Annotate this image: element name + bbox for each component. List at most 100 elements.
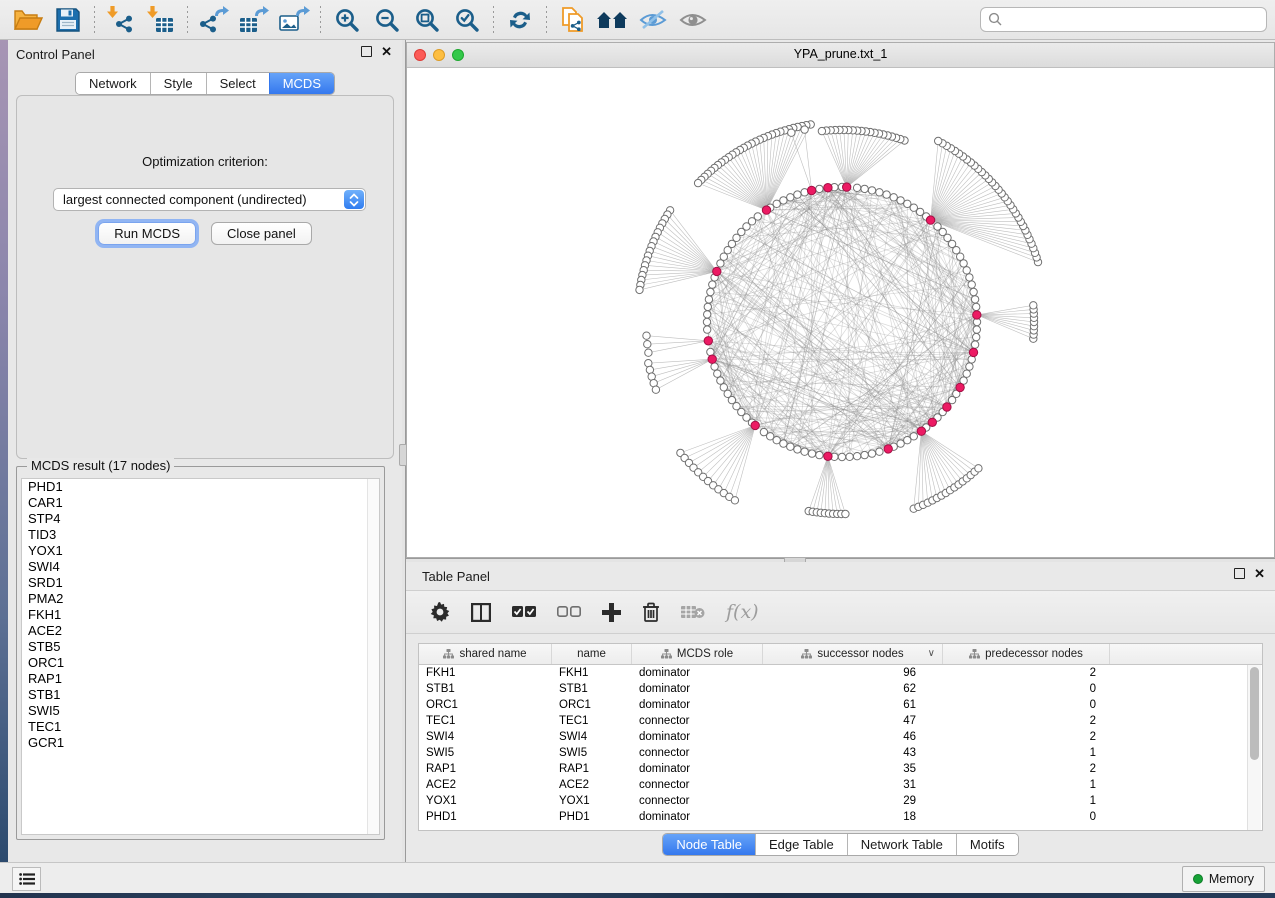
network-graph[interactable] [407,68,1274,557]
table-row[interactable]: ACE2ACE2connector311 [419,777,1262,793]
column-header-predecessor-nodes[interactable]: predecessor nodes [943,644,1110,664]
zoom-in-icon[interactable] [327,4,367,36]
mcds-result-item[interactable]: ORC1 [22,655,379,671]
cell-shared_name[interactable]: SWI5 [419,745,552,761]
cell-mcds_role[interactable]: dominator [632,729,763,745]
cell-predecessor_nodes[interactable]: 0 [943,809,1110,825]
cell-name[interactable]: PHD1 [552,809,632,825]
mcds-result-item[interactable]: FKH1 [22,607,379,623]
cell-successor_nodes[interactable]: 43 [763,745,943,761]
mcds-result-item[interactable]: SRD1 [22,575,379,591]
tab-network-table[interactable]: Network Table [847,834,956,855]
cell-successor_nodes[interactable]: 62 [763,681,943,697]
cell-predecessor_nodes[interactable]: 2 [943,761,1110,777]
cell-name[interactable]: STB1 [552,681,632,697]
cell-mcds_role[interactable]: dominator [632,681,763,697]
clone-network-icon[interactable] [553,4,593,36]
table-row[interactable]: YOX1YOX1connector291 [419,793,1262,809]
cell-name[interactable]: RAP1 [552,761,632,777]
cell-shared_name[interactable]: ACE2 [419,777,552,793]
mcds-result-item[interactable]: TID3 [22,527,379,543]
sort-chevron-icon[interactable]: ∨ [928,648,935,659]
import-network-icon[interactable] [101,4,141,36]
cell-predecessor_nodes[interactable]: 2 [943,729,1110,745]
close-panel-icon[interactable]: ✕ [381,46,392,57]
tab-node-table[interactable]: Node Table [663,834,755,855]
show-columns-icon[interactable] [471,603,491,622]
cell-predecessor_nodes[interactable]: 0 [943,681,1110,697]
table-scrollbar[interactable] [1247,665,1261,830]
import-table-icon[interactable] [141,4,181,36]
mcds-result-item[interactable]: PHD1 [22,479,379,495]
tab-edge-table[interactable]: Edge Table [755,834,847,855]
cell-successor_nodes[interactable]: 61 [763,697,943,713]
column-header-successor-nodes[interactable]: successor nodes∨ [763,644,943,664]
tab-select[interactable]: Select [206,73,269,94]
cell-shared_name[interactable]: TEC1 [419,713,552,729]
cell-successor_nodes[interactable]: 35 [763,761,943,777]
cell-name[interactable]: SWI5 [552,745,632,761]
cell-successor_nodes[interactable]: 31 [763,777,943,793]
open-file-icon[interactable] [8,4,48,36]
mcds-result-item[interactable]: STB5 [22,639,379,655]
zoom-out-icon[interactable] [367,4,407,36]
table-row[interactable]: RAP1RAP1dominator352 [419,761,1262,777]
cell-successor_nodes[interactable]: 29 [763,793,943,809]
cell-successor_nodes[interactable]: 18 [763,809,943,825]
mcds-result-item[interactable]: SWI5 [22,703,379,719]
cell-mcds_role[interactable]: dominator [632,761,763,777]
mcds-result-item[interactable]: CAR1 [22,495,379,511]
cell-successor_nodes[interactable]: 47 [763,713,943,729]
table-settings-gear-icon[interactable] [430,602,450,622]
select-all-columns-icon[interactable] [512,606,536,618]
cell-predecessor_nodes[interactable]: 1 [943,793,1110,809]
cell-mcds_role[interactable]: connector [632,745,763,761]
mcds-result-item[interactable]: STP4 [22,511,379,527]
refresh-layout-icon[interactable] [500,4,540,36]
mcds-result-item[interactable]: PMA2 [22,591,379,607]
cell-shared_name[interactable]: ORC1 [419,697,552,713]
cell-predecessor_nodes[interactable]: 1 [943,777,1110,793]
table-row[interactable]: ORC1ORC1dominator610 [419,697,1262,713]
table-row[interactable]: PHD1PHD1dominator180 [419,809,1262,825]
export-network-icon[interactable] [194,4,234,36]
table-row[interactable]: STB1STB1dominator620 [419,681,1262,697]
cell-predecessor_nodes[interactable]: 2 [943,713,1110,729]
export-table-icon[interactable] [234,4,274,36]
network-canvas[interactable] [407,68,1274,557]
cell-successor_nodes[interactable]: 96 [763,665,943,681]
float-table-panel-icon[interactable] [1234,568,1245,579]
cell-mcds_role[interactable]: connector [632,777,763,793]
table-row[interactable]: FKH1FKH1dominator962 [419,665,1262,681]
mcds-result-item[interactable]: STB1 [22,687,379,703]
close-table-panel-icon[interactable]: ✕ [1254,568,1265,579]
cell-name[interactable]: YOX1 [552,793,632,809]
search-input[interactable] [980,7,1267,32]
tab-network[interactable]: Network [76,73,150,94]
mcds-result-item[interactable]: GCR1 [22,735,379,751]
memory-button[interactable]: Memory [1182,866,1265,892]
mcds-result-item[interactable]: YOX1 [22,543,379,559]
column-header-name[interactable]: name [552,644,632,664]
zoom-fit-icon[interactable] [407,4,447,36]
cell-name[interactable]: FKH1 [552,665,632,681]
cell-mcds_role[interactable]: dominator [632,697,763,713]
run-mcds-button[interactable]: Run MCDS [98,222,196,245]
cell-shared_name[interactable]: SWI4 [419,729,552,745]
cell-shared_name[interactable]: FKH1 [419,665,552,681]
table-row[interactable]: SWI4SWI4dominator462 [419,729,1262,745]
tab-style[interactable]: Style [150,73,206,94]
delete-column-icon[interactable] [642,602,660,622]
cell-name[interactable]: TEC1 [552,713,632,729]
column-header-MCDS-role[interactable]: MCDS role [632,644,763,664]
cell-successor_nodes[interactable]: 46 [763,729,943,745]
float-panel-icon[interactable] [361,46,372,57]
optimization-criterion-dropdown[interactable]: largest connected component (undirected) [53,188,366,211]
tab-motifs[interactable]: Motifs [956,834,1018,855]
zoom-selected-icon[interactable] [447,4,487,36]
mcds-result-item[interactable]: TEC1 [22,719,379,735]
column-header-shared-name[interactable]: shared name [419,644,552,664]
table-row[interactable]: SWI5SWI5connector431 [419,745,1262,761]
cell-shared_name[interactable]: YOX1 [419,793,552,809]
mcds-list-scrollbar[interactable] [367,479,379,834]
